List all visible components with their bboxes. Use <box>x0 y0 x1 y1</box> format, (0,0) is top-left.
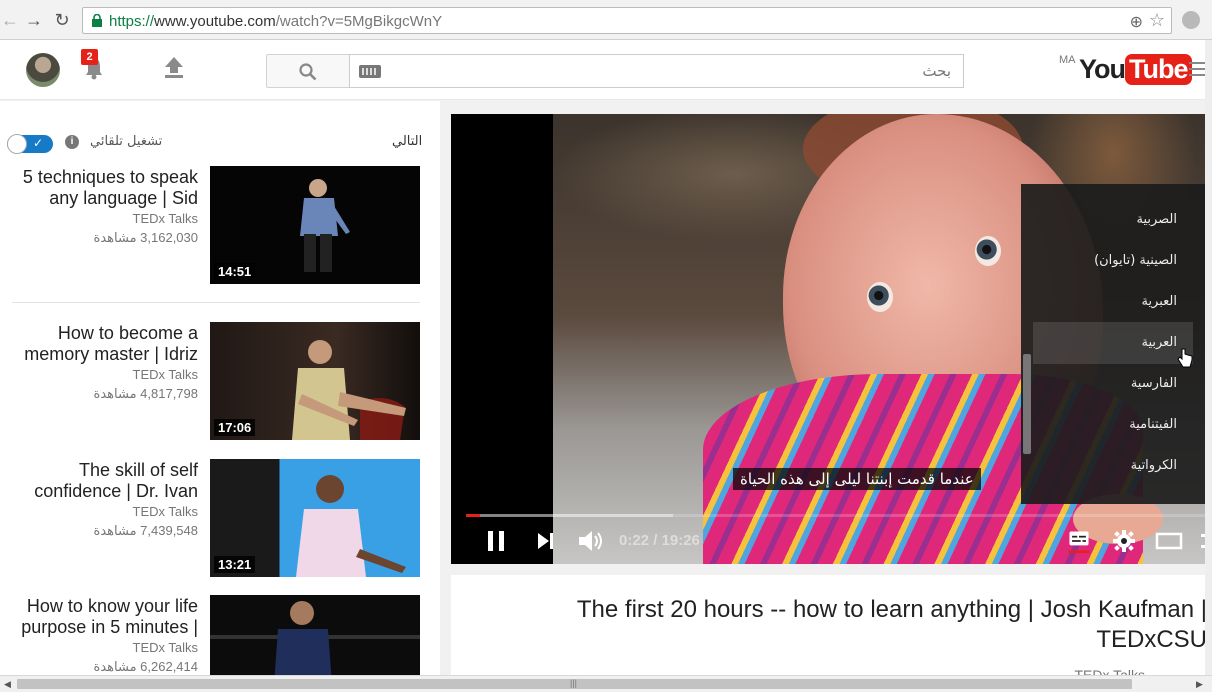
scroll-left-icon[interactable]: ◀ <box>4 679 11 690</box>
list-item[interactable]: How to know your life purpose in 5 minut… <box>12 595 420 675</box>
video-thumbnail[interactable]: 14:51 <box>210 166 420 284</box>
volume-icon[interactable] <box>577 528 605 554</box>
video-thumbnail[interactable] <box>210 595 420 675</box>
keyboard-icon[interactable] <box>359 65 381 78</box>
video-info-panel: The first 20 hours -- how to learn anyth… <box>451 575 1205 675</box>
upload-icon[interactable] <box>163 56 185 80</box>
duration-badge: 13:21 <box>214 556 256 573</box>
view-count: 7,439,548 مشاهدة <box>93 523 198 538</box>
youtube-logo[interactable]: You Tube <box>1079 54 1192 88</box>
video-channel-name[interactable]: TEDx Talks <box>1074 667 1145 675</box>
extension-icon[interactable] <box>1182 11 1200 29</box>
video-frame-detail <box>867 282 893 312</box>
up-next-heading: التالي <box>392 134 423 149</box>
channel-name[interactable]: TEDx Talks <box>133 367 199 382</box>
progress-loaded <box>466 514 673 517</box>
video-title-heading: The first 20 hours -- how to learn anyth… <box>576 596 1205 653</box>
video-thumbnail[interactable]: 17:06 <box>210 322 420 440</box>
horizontal-scrollbar[interactable]: ◀ ||| ▶ <box>0 675 1212 692</box>
logo-tube: Tube <box>1125 54 1192 85</box>
menu-item-language[interactable]: الفيتنامية <box>1129 417 1177 432</box>
video-title[interactable]: The skill of self confidence | Dr. Ivan <box>12 460 198 502</box>
menu-item-language-selected[interactable]: العربية <box>1141 335 1177 350</box>
list-item[interactable]: 13:21 The skill of self confidence | Dr.… <box>12 459 420 579</box>
info-icon[interactable]: i <box>65 135 79 149</box>
region-code: MA <box>1059 54 1076 66</box>
video-title[interactable]: How to become a memory master | Idriz <box>12 323 198 365</box>
menu-item-language[interactable]: الصينية (تايوان) <box>1094 253 1177 268</box>
time-display: 0:22 / 19:26 <box>619 532 700 549</box>
video-title[interactable]: How to know your life purpose in 5 minut… <box>12 596 198 638</box>
settings-gear-icon[interactable] <box>1112 528 1136 554</box>
duration-badge: 14:51 <box>214 263 256 280</box>
view-count: 3,162,030 مشاهدة <box>93 230 198 245</box>
video-player[interactable]: الصربية الصينية (تايوان) العبرية العربية… <box>451 114 1205 564</box>
channel-name[interactable]: TEDx Talks <box>133 640 199 655</box>
avatar[interactable] <box>26 53 60 87</box>
video-frame-detail <box>975 236 1001 266</box>
channel-name[interactable]: TEDx Talks <box>133 504 199 519</box>
hand-cursor-icon <box>1177 348 1193 368</box>
autoplay-toggle[interactable]: ✓ <box>7 134 53 154</box>
view-count: 4,817,798 مشاهدة <box>93 386 198 401</box>
video-thumbnail[interactable]: 13:21 <box>210 459 420 577</box>
pause-icon[interactable] <box>485 528 507 554</box>
search-icon <box>299 63 317 81</box>
list-item[interactable]: 17:06 How to become a memory master | Id… <box>12 322 420 442</box>
reload-icon[interactable]: ↻ <box>52 10 72 30</box>
forward-icon[interactable]: → <box>24 10 44 30</box>
scroll-right-icon[interactable]: ▶ <box>1196 679 1203 690</box>
related-sidebar: التالي تشغيل تلقائي i ✓ 14:51 5 techniqu… <box>0 101 440 675</box>
view-count: 6,262,414 مشاهدة <box>93 659 198 674</box>
vertical-scrollbar[interactable] <box>1205 40 1212 675</box>
menu-item-language[interactable]: العبرية <box>1141 294 1177 309</box>
url-text: https://www.youtube.com/watch?v=5MgBikgc… <box>109 13 443 30</box>
subtitles-icon[interactable] <box>1067 528 1091 554</box>
progress-played <box>466 514 480 517</box>
autoplay-label: تشغيل تلقائي <box>90 134 163 149</box>
subtitle-caption: عندما قدمت إبنتنا ليلى إلى هذه الحياة <box>733 468 981 490</box>
search-input[interactable] <box>349 54 964 88</box>
zoom-icon[interactable]: ⊕ <box>1130 12 1143 32</box>
list-item[interactable]: 14:51 5 techniques to speak any language… <box>12 166 420 286</box>
subtitle-language-menu[interactable]: الصربية الصينية (تايوان) العبرية العربية… <box>1021 184 1205 504</box>
theater-mode-icon[interactable] <box>1155 528 1183 554</box>
scrollbar-grip-icon: ||| <box>570 678 578 688</box>
next-icon[interactable] <box>535 528 557 554</box>
check-icon: ✓ <box>33 136 44 150</box>
search-button[interactable] <box>266 54 350 88</box>
divider <box>12 302 420 303</box>
bookmark-star-icon[interactable]: ☆ <box>1149 10 1165 31</box>
browser-toolbar: ← → ↻ https://www.youtube.com/watch?v=5M… <box>0 0 1212 40</box>
video-title[interactable]: 5 techniques to speak any language | Sid <box>12 167 198 209</box>
address-bar[interactable]: https://www.youtube.com/watch?v=5MgBikgc… <box>82 7 1172 34</box>
channel-name[interactable]: TEDx Talks <box>133 211 199 226</box>
menu-item-language[interactable]: الكرواتية <box>1131 458 1177 473</box>
notifications-badge: 2 <box>81 49 98 65</box>
progress-bar[interactable] <box>466 514 1205 517</box>
menu-item-language[interactable]: الفارسية <box>1131 376 1177 391</box>
toggle-knob <box>7 134 27 154</box>
menu-item-language[interactable]: الصربية <box>1136 212 1177 227</box>
masthead: 2 MA YouTube <box>0 40 1212 100</box>
back-icon[interactable]: ← <box>0 10 20 30</box>
guide-menu-icon[interactable] <box>1189 62 1205 76</box>
logo-you: You <box>1079 54 1126 84</box>
menu-scrollbar[interactable] <box>1023 354 1031 454</box>
duration-badge: 17:06 <box>214 419 256 436</box>
thumbnail-image <box>210 601 420 675</box>
lock-icon <box>92 14 102 27</box>
